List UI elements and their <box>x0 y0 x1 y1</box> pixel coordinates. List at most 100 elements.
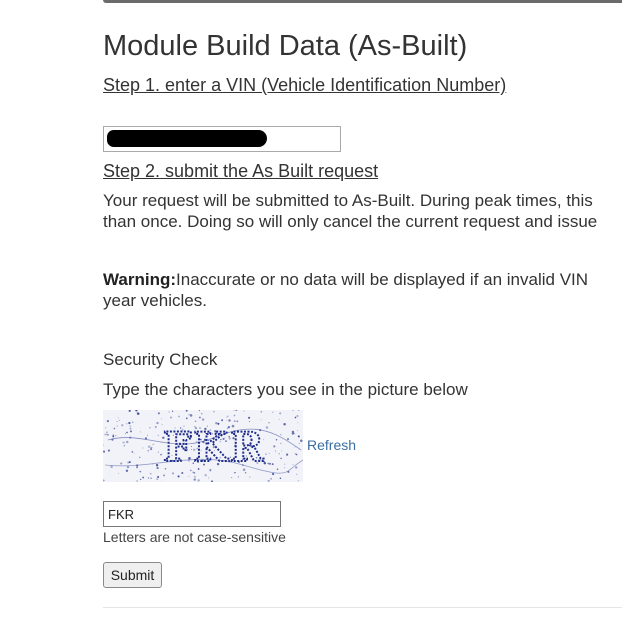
captcha-noise-dot <box>271 463 274 466</box>
step2-link[interactable]: Step 2. submit the As Built request <box>103 161 378 182</box>
warning-text-line2: year vehicles. <box>103 291 207 310</box>
captcha-noise-dot <box>291 432 294 435</box>
captcha-noise-dot <box>285 453 289 456</box>
warning-label: Warning: <box>103 270 177 289</box>
captcha-noise-dot <box>297 435 300 438</box>
captcha-noise-dot <box>297 480 300 482</box>
captcha-noise-dot <box>278 453 280 455</box>
captcha-noise-dot <box>188 475 190 477</box>
page-title: Module Build Data (As-Built) <box>103 30 468 62</box>
captcha-noise-dot <box>123 444 126 447</box>
captcha-noise-dot <box>208 477 210 479</box>
captcha-noise-dot <box>156 466 159 470</box>
captcha-noise-dot <box>237 476 239 478</box>
captcha-noise-dot <box>194 420 197 423</box>
captcha-noise-dot <box>292 463 294 465</box>
captcha-noise-dot <box>188 414 190 416</box>
captcha-noise-dot <box>155 478 157 480</box>
captcha-noise-dot <box>221 419 224 422</box>
submit-button[interactable]: Submit <box>103 562 162 588</box>
captcha-noise-dot <box>104 433 107 436</box>
captcha-noise-dot <box>142 476 145 479</box>
captcha-noise-dot <box>185 417 188 420</box>
captcha-noise-dot <box>244 472 247 474</box>
captcha-noise-dot <box>156 478 159 480</box>
captcha-noise-dot <box>107 449 110 452</box>
captcha-noise-dot <box>112 434 114 437</box>
captcha-noise-dot <box>106 420 109 423</box>
captcha-noise-dot <box>117 472 119 474</box>
captcha-noise-dot <box>118 419 120 421</box>
captcha-noise-dot <box>155 464 159 467</box>
captcha-noise-dot <box>105 431 108 434</box>
captcha-noise-dot <box>136 466 138 469</box>
captcha-noise-dot <box>128 421 131 425</box>
captcha-noise-dot <box>121 424 124 427</box>
captcha-noise-dot <box>228 419 231 422</box>
captcha-noise-dot <box>294 466 298 469</box>
captcha-noise-dot <box>139 456 141 458</box>
captcha-input[interactable] <box>103 501 281 527</box>
captcha-noise-dot <box>280 457 282 460</box>
captcha-noise-dot <box>125 469 129 472</box>
captcha-noise-dot <box>199 416 201 419</box>
warning-text-line1: Warning:Inaccurate or no data will be di… <box>103 269 588 290</box>
captcha-noise-dot <box>157 451 159 453</box>
captcha-noise-dot <box>300 439 303 443</box>
captcha-noise-dot <box>279 412 282 415</box>
captcha-noise-dot <box>161 418 163 420</box>
captcha-noise-dot <box>160 453 162 456</box>
captcha-noise-dot <box>131 451 134 453</box>
captcha-noise-dot <box>130 430 132 433</box>
captcha-noise-dot <box>283 422 286 426</box>
captcha-noise-dot <box>295 453 298 456</box>
captcha-noise-dot <box>152 444 154 446</box>
captcha-noise-dot <box>280 434 282 436</box>
captcha-noise-dot <box>260 410 263 413</box>
captcha-noise-dot <box>189 414 193 417</box>
refresh-link[interactable]: Refresh <box>307 437 356 453</box>
captcha-noise-dot <box>283 467 285 469</box>
captcha-noise-dot <box>168 411 170 413</box>
step1-link[interactable]: Step 1. enter a VIN (Vehicle Identificat… <box>103 75 506 96</box>
captcha-noise-dot <box>112 435 115 438</box>
captcha-noise-dot <box>267 479 270 482</box>
captcha-glyphs: FKR <box>163 424 265 471</box>
captcha-noise-dot <box>178 415 180 418</box>
captcha-noise-dot <box>171 472 175 475</box>
captcha-noise-dot <box>274 450 277 452</box>
captcha-noise-dot <box>126 465 130 469</box>
captcha-noise-dot <box>126 431 128 434</box>
captcha-noise-dot <box>105 427 107 429</box>
captcha-noise-dot <box>236 420 239 423</box>
captcha-noise-dot <box>204 473 207 477</box>
captcha-noise-dot <box>233 420 236 423</box>
captcha-noise-dot <box>286 437 290 441</box>
captcha-instruction: Type the characters you see in the pictu… <box>103 380 468 399</box>
captcha-noise-dot <box>157 476 160 478</box>
captcha-noise-dot <box>233 414 236 417</box>
captcha-noise-dot <box>136 412 140 415</box>
captcha-noise-dot <box>243 410 245 412</box>
captcha-noise-dot <box>149 426 151 429</box>
captcha-noise-dot <box>150 477 152 479</box>
captcha-noise-dot <box>271 472 275 476</box>
captcha-noise-dot <box>136 480 138 482</box>
captcha-noise-dot <box>295 473 298 475</box>
captcha-noise-dot <box>265 426 269 429</box>
captcha-noise-dot <box>192 471 194 473</box>
captcha-noise-dot <box>278 418 280 420</box>
bottom-divider <box>103 607 622 608</box>
captcha-noise-dot <box>129 427 132 430</box>
captcha-noise-dot <box>227 415 229 417</box>
captcha-noise-dot <box>226 419 228 421</box>
captcha-noise-dot <box>133 452 135 454</box>
captcha-noise-dot <box>103 450 106 453</box>
captcha-noise-dot <box>181 471 184 475</box>
captcha-noise-dot <box>193 478 196 481</box>
captcha-noise-dot <box>248 416 251 419</box>
captcha-noise-dot <box>153 443 155 445</box>
captcha-noise-dot <box>120 462 123 465</box>
captcha-noise-dot <box>296 414 299 418</box>
captcha-noise-dot <box>279 477 282 480</box>
